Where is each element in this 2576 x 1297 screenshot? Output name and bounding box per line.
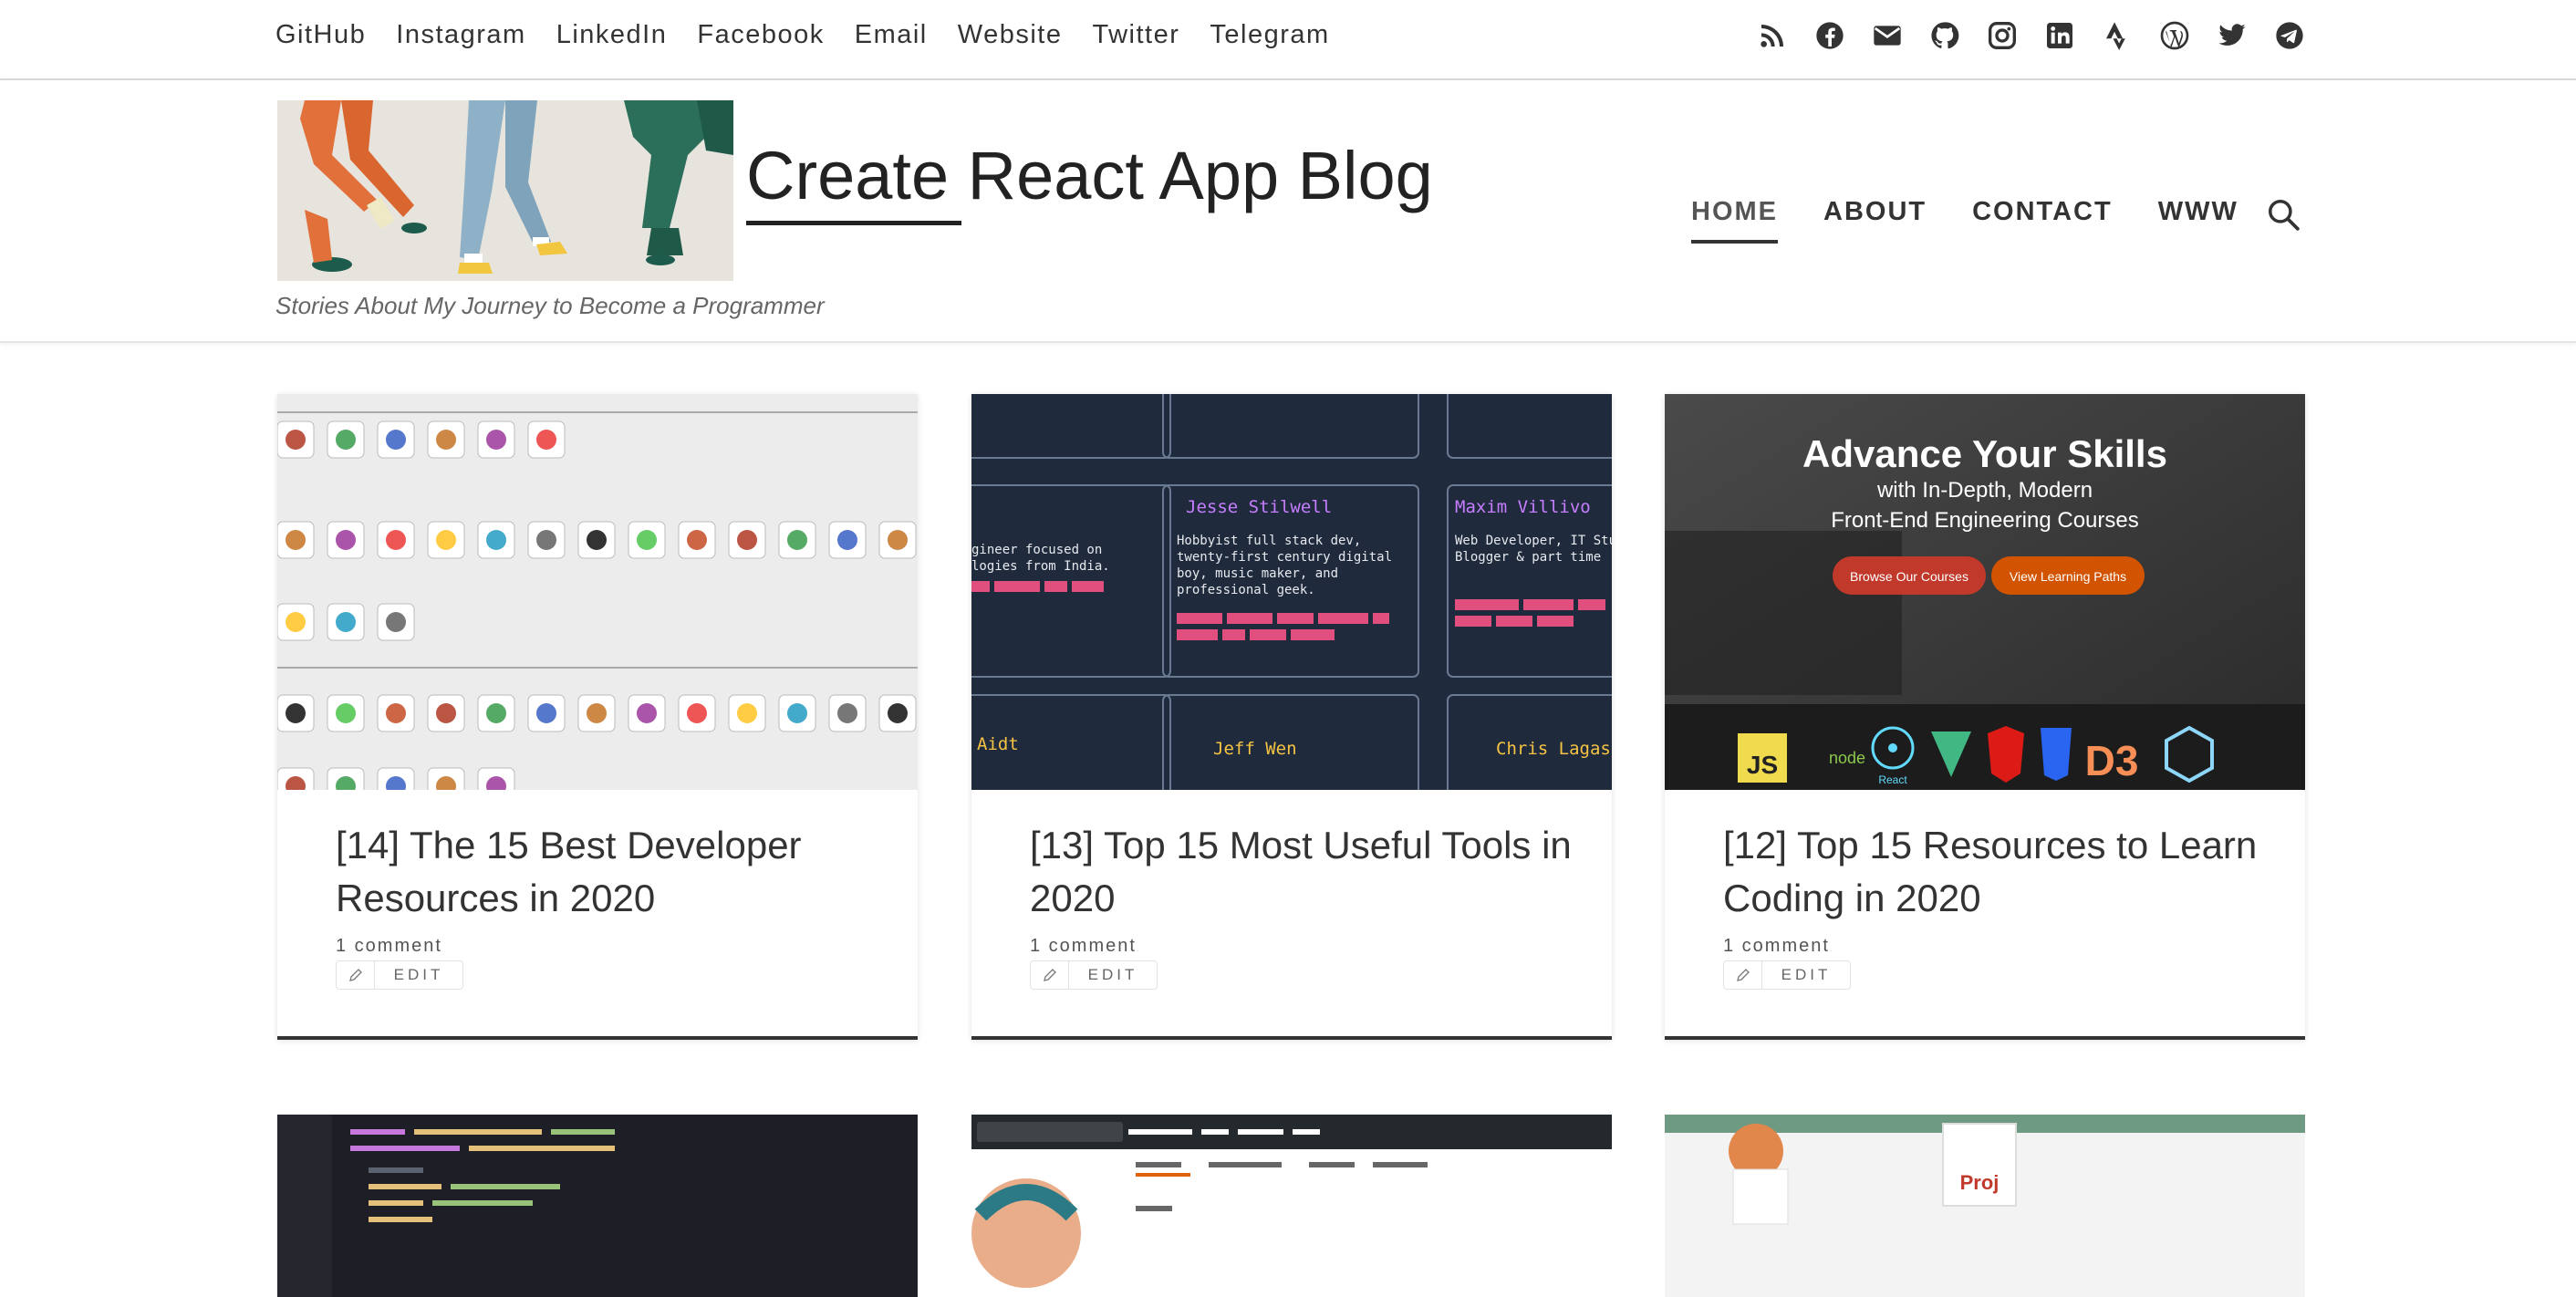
post-title[interactable]: [13] Top 15 Most Useful Tools in 2020 — [1030, 819, 1577, 925]
svg-text:twenty-first century digital: twenty-first century digital — [1177, 550, 1392, 565]
top-link-instagram[interactable]: Instagram — [396, 20, 525, 50]
pencil-icon — [1031, 961, 1069, 989]
nav-www[interactable]: WWW — [2158, 197, 2238, 236]
angular-logo-icon — [1988, 726, 2024, 783]
thumb-name: Chris Lagasse — [1496, 739, 1612, 759]
top-link-website[interactable]: Website — [958, 20, 1063, 50]
top-link-telegram[interactable]: Telegram — [1210, 20, 1329, 50]
svg-text:node: node — [1829, 749, 1865, 767]
site-logo[interactable] — [277, 100, 733, 281]
svg-text:JS: JS — [1747, 751, 1778, 779]
top-bar: GitHub Instagram LinkedIn Facebook Email… — [0, 0, 2576, 80]
title-underline — [746, 221, 961, 225]
pencil-icon — [1724, 961, 1762, 989]
site-header: Create React App Blog Stories About My J… — [0, 80, 2576, 343]
svg-text:Blogger & part time: Blogger & part time — [1455, 550, 1601, 565]
thumb-name: Maxim Villivo — [1455, 497, 1591, 517]
top-link-twitter[interactable]: Twitter — [1092, 20, 1179, 50]
top-link-facebook[interactable]: Facebook — [697, 20, 824, 50]
email-icon[interactable] — [1872, 20, 1902, 50]
svg-text:boy, music maker, and: boy, music maker, and — [1177, 566, 1338, 581]
edit-label: EDIT — [1781, 966, 1832, 983]
edit-button[interactable]: EDIT — [1030, 960, 1158, 990]
svg-text:Proj: Proj — [1960, 1171, 2000, 1194]
css3-logo-icon — [2041, 728, 2072, 781]
learning-paths-label: View Learning Paths — [2010, 569, 2126, 584]
post-thumbnail[interactable] — [277, 1115, 918, 1297]
svg-text:gineer focused on: gineer focused on — [971, 543, 1102, 557]
nav-about[interactable]: ABOUT — [1823, 197, 1927, 236]
svg-text:logies from India.: logies from India. — [971, 559, 1110, 574]
post-title[interactable]: [12] Top 15 Resources to Learn Coding in… — [1723, 819, 2270, 925]
post-thumbnail[interactable] — [971, 1115, 1612, 1297]
post-thumbnail[interactable]: Jesse Stilwell Maxim Villivo Jeff Wen Ch… — [971, 394, 1612, 790]
svg-text:professional geek.: professional geek. — [1177, 583, 1315, 597]
post-card: Advance Your Skills with In-Depth, Moder… — [1665, 394, 2305, 1040]
edit-button[interactable]: EDIT — [1723, 960, 1851, 990]
browse-courses-label: Browse Our Courses — [1850, 569, 1968, 584]
edit-label: EDIT — [393, 966, 444, 983]
top-link-linkedin[interactable]: LinkedIn — [556, 20, 668, 50]
strava-icon[interactable] — [2102, 20, 2132, 50]
telegram-icon[interactable] — [2274, 20, 2304, 50]
svg-text:React: React — [1878, 773, 1907, 786]
svg-text:Web Developer, IT Stu: Web Developer, IT Stu — [1455, 534, 1612, 548]
site-title[interactable]: Create React App Blog — [746, 137, 1433, 214]
main-nav: HOME ABOUT CONTACT WWW — [1691, 197, 2238, 244]
search-icon[interactable] — [2266, 197, 2301, 232]
twitter-icon[interactable] — [2217, 20, 2247, 50]
promo-sub1: with In-Depth, Modern — [1876, 478, 2093, 503]
comment-count[interactable]: 1 comment — [336, 936, 442, 957]
thumb-name: Jeff Wen — [1213, 739, 1297, 759]
github-icon[interactable] — [1929, 20, 1959, 50]
thumb-name: Jesse Stilwell — [1186, 497, 1332, 517]
svg-text:Hobbyist full stack dev,: Hobbyist full stack dev, — [1177, 534, 1361, 548]
promo-headline: Advance Your Skills — [1802, 432, 2167, 475]
top-link-email[interactable]: Email — [855, 20, 928, 50]
rss-icon[interactable] — [1757, 20, 1787, 50]
site-tagline: Stories About My Journey to Become a Pro… — [275, 292, 825, 319]
d3-logo-icon: D3 — [2085, 737, 2139, 784]
social-icons — [1757, 20, 2304, 50]
nav-home[interactable]: HOME — [1691, 197, 1778, 244]
thumb-name: Aidt — [977, 734, 1019, 754]
top-links: GitHub Instagram LinkedIn Facebook Email… — [275, 20, 1330, 50]
wordpress-icon[interactable] — [2159, 20, 2189, 50]
facebook-icon[interactable] — [1814, 20, 1844, 50]
post-card: [14] The 15 Best Developer Resources in … — [277, 394, 918, 1040]
post-thumbnail[interactable]: Proj — [1665, 1115, 2305, 1297]
pencil-icon — [337, 961, 375, 989]
edit-button[interactable]: EDIT — [336, 960, 463, 990]
post-thumbnail[interactable] — [277, 394, 918, 790]
nav-contact[interactable]: CONTACT — [1972, 197, 2113, 236]
comment-count[interactable]: 1 comment — [1030, 936, 1137, 957]
comment-count[interactable]: 1 comment — [1723, 936, 1830, 957]
post-title[interactable]: [14] The 15 Best Developer Resources in … — [336, 819, 883, 925]
post-card: Jesse Stilwell Maxim Villivo Jeff Wen Ch… — [971, 394, 1612, 1040]
post-thumbnail[interactable]: Advance Your Skills with In-Depth, Moder… — [1665, 394, 2305, 790]
promo-sub2: Front-End Engineering Courses — [1831, 508, 2139, 533]
linkedin-icon[interactable] — [2044, 20, 2074, 50]
instagram-icon[interactable] — [1987, 20, 2017, 50]
edit-label: EDIT — [1087, 966, 1138, 983]
top-link-github[interactable]: GitHub — [275, 20, 366, 50]
